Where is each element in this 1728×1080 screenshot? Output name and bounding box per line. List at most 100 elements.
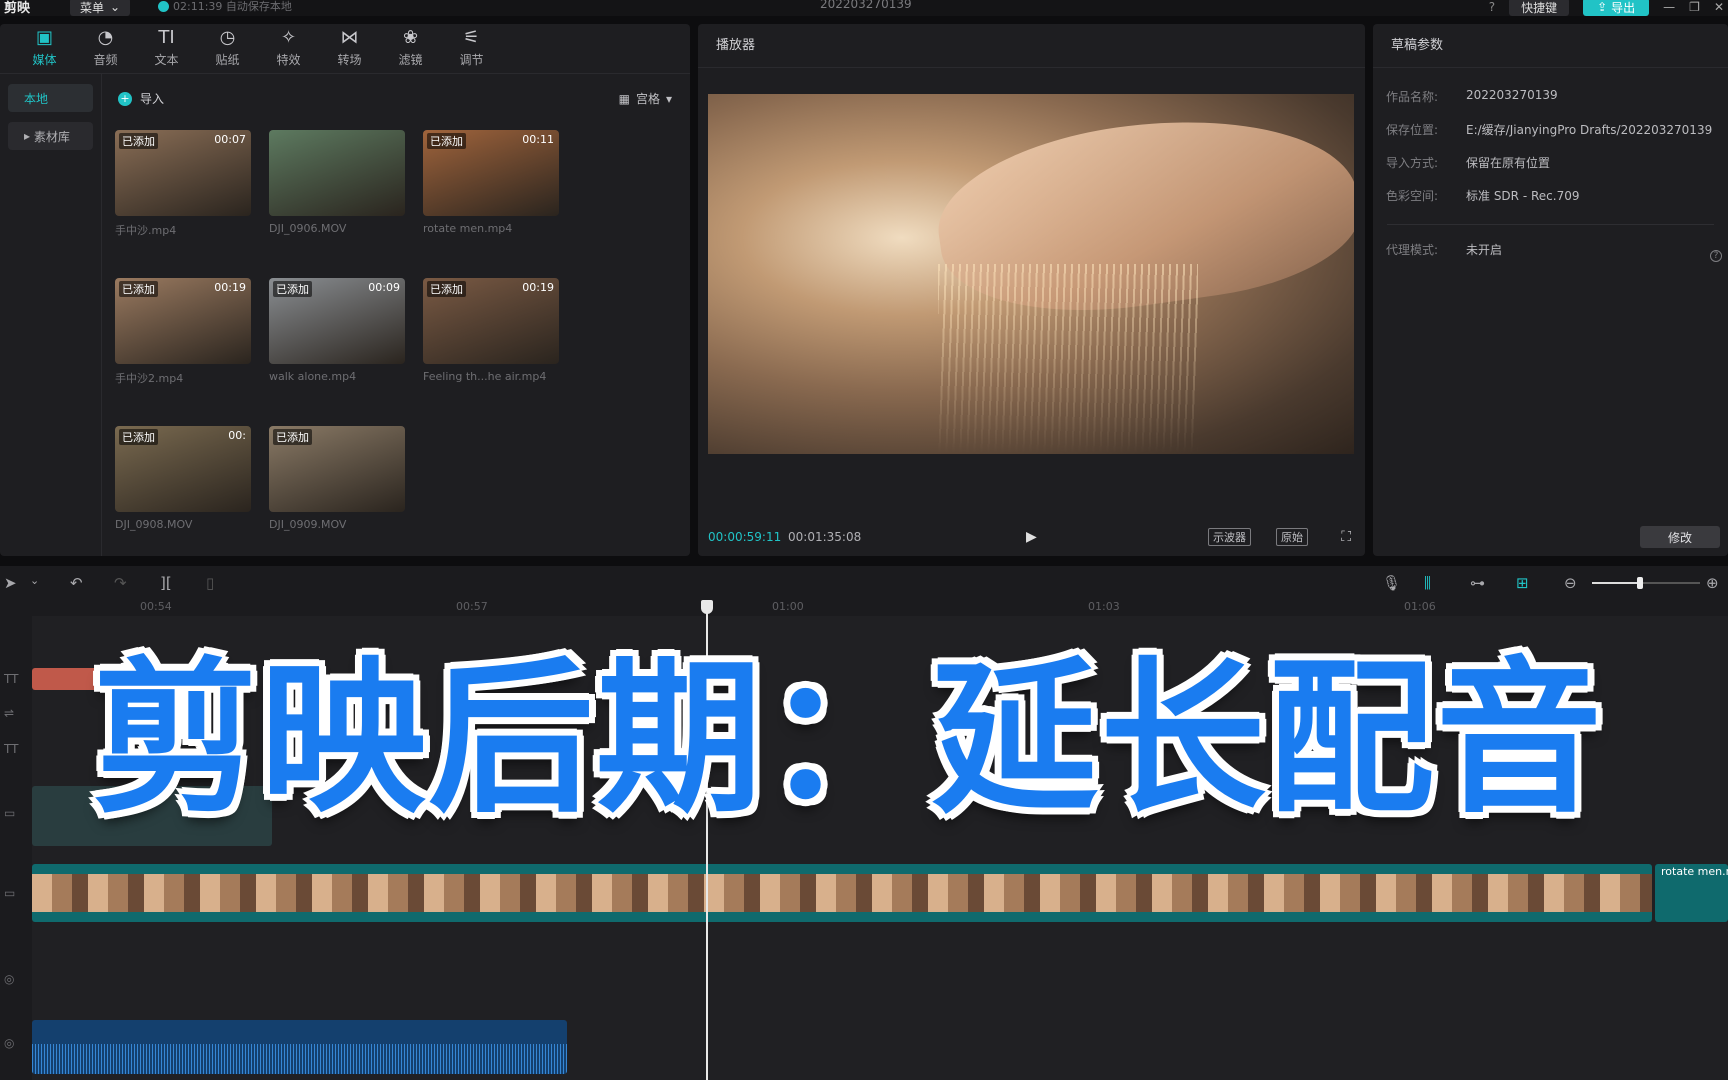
export-button[interactable]: ⇪ 导出 [1583, 0, 1650, 16]
media-clip[interactable]: DJI_0906.MOV [269, 130, 405, 238]
tab-text[interactable]: TI 文本 [136, 24, 197, 73]
clip-name: rotate men.mp4 [423, 222, 513, 235]
media-clip[interactable]: 已添加 00:11 rotate men.mp4 [423, 130, 559, 238]
audio-track-icon: ◎ [4, 1036, 15, 1050]
clip-name: DJI_0909.MOV [269, 518, 347, 531]
tab-transition[interactable]: ⋈ 转场 [319, 24, 380, 73]
clip-name: walk alone.mp4 [269, 370, 357, 383]
maximize-icon[interactable]: ❐ [1689, 0, 1700, 14]
media-panel: ▣ 媒体 ◔ 音频 TI 文本 ◷ 贴纸 ✧ 特效 ⋈ 转场 ❀ 滤镜 ⚟ 调节 本地 ▸ 素材库 + 导入 … [0, 24, 690, 556]
clip-thumbnail: 已添加 00:07 [115, 130, 251, 216]
clip-duration: 00: [228, 429, 246, 442]
tab-label: 音频 [93, 53, 118, 67]
param-value: E:/缓存/JianyingPro Drafts/202203270139 [1466, 123, 1713, 137]
video-preview[interactable] [708, 94, 1354, 454]
snap-icon[interactable]: ⫼ [1424, 574, 1431, 592]
scope-button[interactable]: 示波器 [1208, 528, 1251, 546]
param-key: 作品名称: [1386, 90, 1439, 104]
select-tool-icon[interactable]: ➤ [4, 574, 17, 592]
clip-name: 手中沙.mp4 [115, 224, 177, 237]
export-label: 导出 [1611, 0, 1636, 15]
link-icon[interactable]: ⊶ [1470, 574, 1485, 592]
added-badge: 已添加 [273, 429, 312, 445]
ratio-button[interactable]: 原始 [1276, 528, 1308, 546]
tab-effects[interactable]: ✧ 特效 [258, 24, 319, 73]
undo-icon[interactable]: ↶ [70, 574, 83, 592]
shortcut-label: 快捷键 [1521, 0, 1558, 15]
filter-icon: ❀ [402, 27, 419, 48]
split-icon[interactable]: ][ [160, 574, 172, 592]
main-video-clip[interactable] [32, 864, 1652, 922]
tab-label: 媒体 [32, 53, 57, 67]
sidebar-item-library[interactable]: ▸ 素材库 [8, 122, 93, 150]
media-clip[interactable]: 已添加 00:19 手中沙2.mp4 [115, 278, 251, 386]
ruler-tick: 01:00 [772, 600, 804, 613]
param-value: 标准 SDR - Rec.709 [1466, 189, 1580, 203]
video-frame-sand [938, 264, 1198, 454]
ruler-tick: 01:03 [1088, 600, 1120, 613]
caret-down-icon: ▾ [665, 91, 672, 106]
timeline-ruler[interactable]: 00:54 00:57 01:00 01:03 01:06 [0, 600, 1728, 616]
preview-axis-icon[interactable]: ⊞ [1516, 574, 1529, 592]
microphone-icon[interactable]: 🎙 [1382, 574, 1401, 592]
next-video-clip[interactable]: rotate men.mp4 [1655, 864, 1728, 922]
audio-clip[interactable] [32, 1020, 567, 1074]
clip-thumbnail: 已添加 00:11 [423, 130, 559, 216]
delete-icon[interactable]: ▯ [206, 574, 214, 592]
chevron-down-icon: ⌄ [110, 0, 121, 14]
zoom-in-icon[interactable]: ⊕ [1706, 574, 1719, 592]
clip-thumbnail: 已添加 00:19 [115, 278, 251, 364]
tab-media[interactable]: ▣ 媒体 [14, 24, 75, 73]
clip-label: rotate men.mp4 [1661, 865, 1728, 878]
view-toggle[interactable]: ▦ 宫格 ▾ [619, 90, 672, 107]
clip-duration: 00:07 [214, 133, 246, 146]
param-key: 导入方式: [1386, 156, 1439, 170]
fullscreen-icon[interactable]: ⛶ [1341, 529, 1351, 545]
current-timecode: 00:00:59:11 [708, 530, 782, 544]
redo-icon[interactable]: ↷ [114, 574, 127, 592]
menu-button[interactable]: 菜单 ⌄ [70, 0, 131, 16]
video-track-icon: ▭ [4, 806, 16, 820]
track-header-column: TT ⇌ TT ▭ ▭ ◎ ◎ [0, 616, 32, 1080]
info-icon[interactable]: ? [1710, 250, 1722, 262]
tab-filter[interactable]: ❀ 滤镜 [380, 24, 441, 73]
minimize-icon[interactable]: — [1663, 0, 1675, 14]
media-clip[interactable]: 已添加 DJI_0909.MOV [269, 426, 405, 531]
main-track-icon: ▭ [4, 886, 16, 900]
audio-track-icon: ◎ [4, 972, 15, 986]
tab-sticker[interactable]: ◷ 贴纸 [197, 24, 258, 73]
tab-label: 滤镜 [398, 53, 423, 67]
playhead-handle[interactable] [701, 600, 713, 614]
sidebar-item-local[interactable]: 本地 [8, 84, 93, 112]
zoom-out-icon[interactable]: ⊖ [1564, 574, 1577, 592]
close-icon[interactable]: ✕ [1714, 0, 1724, 14]
added-badge: 已添加 [427, 281, 466, 297]
param-key: 色彩空间: [1386, 189, 1439, 203]
play-icon[interactable]: ▶ [1026, 529, 1037, 545]
tab-audio[interactable]: ◔ 音频 [75, 24, 136, 73]
text-track-icon: TT [4, 672, 19, 686]
param-row: 保存位置: E:/缓存/JianyingPro Drafts/2022032701… [1373, 121, 1728, 138]
shortcut-button[interactable]: 快捷键 [1509, 0, 1570, 16]
added-badge: 已添加 [119, 429, 158, 445]
media-clip[interactable]: 已添加 00:09 walk alone.mp4 [269, 278, 405, 386]
draft-params-panel: 草稿参数 作品名称: 202203270139 保存位置: E:/缓存/Jianyin… [1373, 24, 1728, 556]
media-clip[interactable]: 已添加 00: DJI_0908.MOV [115, 426, 251, 531]
params-title: 草稿参数 [1373, 24, 1728, 68]
import-button[interactable]: + 导入 [118, 90, 164, 107]
param-list: 作品名称: 202203270139 保存位置: E:/缓存/JianyingPro … [1373, 68, 1728, 204]
autosave-status: 02:11:39 自动保存本地 [158, 0, 292, 14]
media-clip[interactable]: 已添加 00:19 Feeling th...he air.mp4 [423, 278, 559, 386]
help-icon[interactable]: ? [1489, 0, 1495, 14]
zoom-slider[interactable] [1592, 577, 1700, 589]
text-track-icon: TT [4, 742, 19, 756]
title-bar: 剪映 菜单 ⌄ 02:11:39 自动保存本地 202203270139 ? 快… [0, 0, 1728, 16]
media-clip[interactable]: 已添加 00:07 手中沙.mp4 [115, 130, 251, 238]
clip-name: DJI_0908.MOV [115, 518, 193, 531]
zoom-slider-handle[interactable] [1637, 577, 1644, 589]
chevron-down-icon[interactable]: ⌄ [30, 574, 39, 587]
clip-thumbnail: 已添加 [269, 426, 405, 512]
modify-button[interactable]: 修改 [1640, 526, 1720, 548]
clip-duration: 00:11 [522, 133, 554, 146]
tab-adjust[interactable]: ⚟ 调节 [441, 24, 502, 73]
